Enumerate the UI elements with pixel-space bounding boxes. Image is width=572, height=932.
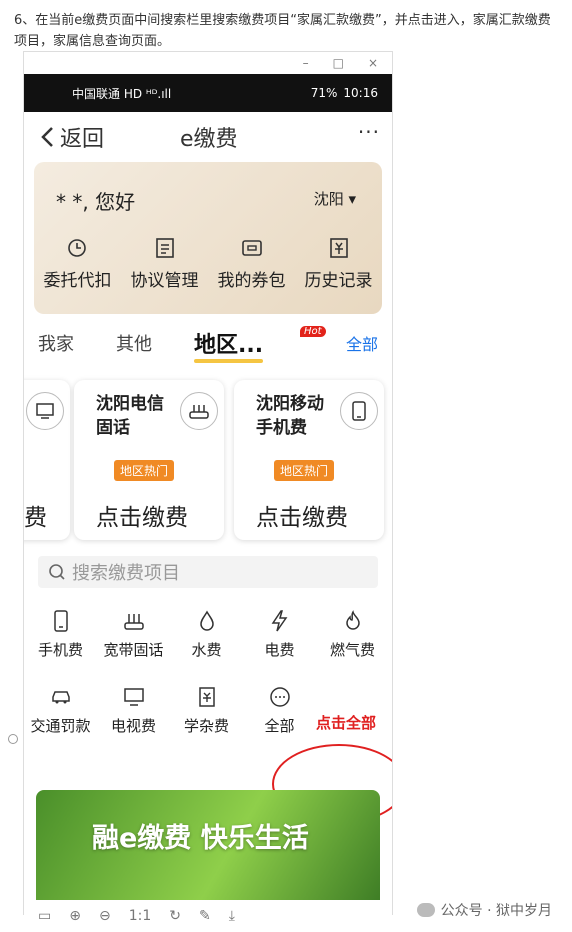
tv-icon [26, 392, 64, 430]
grid-item-traffic[interactable]: 交通罚款 [24, 672, 97, 748]
banner-text: 融e缴费 快乐生活 [92, 823, 309, 854]
side-indicator-icon [8, 734, 18, 744]
pay-label: 点击缴费 [96, 505, 188, 531]
grid-label: 全部 [264, 716, 295, 735]
router-icon [123, 613, 144, 630]
wallet-icon [241, 240, 262, 256]
maximize-button[interactable]: □ [333, 56, 344, 70]
auto-debit-label: 委托代扣 [43, 271, 112, 291]
close-button[interactable]: × [368, 56, 378, 70]
pay-label: 费 [24, 505, 47, 531]
grid-item-broadband[interactable]: 宽带固话 [97, 596, 170, 672]
service-title: 沈阳移动 [256, 394, 324, 414]
more-menu-button[interactable]: ··· [358, 120, 380, 144]
agreement-label: 协议管理 [130, 271, 199, 291]
router-icon [180, 392, 218, 430]
thumbnail-icon[interactable]: ▭ [38, 908, 51, 924]
quick-actions: 委托代扣 协议管理 我的券包 历史记录 [34, 236, 382, 291]
agreement-button[interactable]: 协议管理 [131, 236, 199, 291]
water-drop-icon [199, 610, 214, 631]
wechat-icon [416, 903, 435, 917]
nav-bar: 返回 e缴费 ··· [24, 112, 392, 162]
lightning-icon [271, 609, 287, 631]
more-icon [269, 686, 290, 707]
all-tabs-link[interactable]: 全部 [346, 331, 378, 355]
screenshot-window: – □ × 中国联通 HD ᴴᴰ.ıll 71% 10:16 返回 e缴费 ··… [24, 52, 392, 914]
rotate-icon[interactable]: ↻ [169, 908, 181, 924]
history-label: 历史记录 [304, 271, 373, 291]
phone-status-bar: 中国联通 HD ᴴᴰ.ıll 71% 10:16 [24, 74, 392, 112]
book-icon [198, 686, 215, 707]
download-icon[interactable]: ⤓ [229, 908, 235, 924]
chevron-left-icon [41, 127, 53, 147]
grid-label: 手机费 [37, 640, 83, 659]
service-card[interactable]: 沈阳移动手机费 地区热门 点击缴费 [234, 380, 384, 540]
coupon-button[interactable]: 我的券包 [218, 236, 286, 291]
carrier-label: 中国联通 HD ᴴᴰ.ıll [72, 86, 172, 101]
category-tabs: 我家 其他 地区... Hot 全部 [24, 314, 392, 372]
promo-banner[interactable]: 融e缴费 快乐生活 [36, 790, 380, 914]
window-controls: – □ × [24, 52, 392, 74]
service-subtitle: 手机费 [256, 418, 307, 438]
search-icon [49, 564, 65, 580]
car-icon [51, 690, 70, 703]
coupon-label: 我的券包 [217, 271, 286, 291]
back-button[interactable]: 返回 [40, 121, 104, 153]
grid-label: 电费 [264, 640, 295, 659]
flame-icon [345, 609, 360, 630]
tab-other[interactable]: 其他 [116, 330, 152, 356]
pay-label: 点击缴费 [256, 505, 348, 531]
service-title: 沈阳电信 [96, 394, 164, 414]
viewer-toolbar: ▭ ⊕ ⊖ 1:1 ↻ ✎ ⤓ [24, 900, 392, 932]
search-input[interactable]: 搜索缴费项目 [38, 556, 378, 588]
service-card[interactable]: 沈阳电信固话 地区热门 点击缴费 [74, 380, 224, 540]
page-title: e缴费 [180, 127, 238, 152]
click-all-annotation: 点击全部 [316, 714, 377, 732]
zoom-out-icon[interactable]: ⊖ [99, 908, 111, 924]
grid-item-tv[interactable]: 电视费 [97, 672, 170, 748]
back-label: 返回 [60, 127, 105, 152]
edit-icon[interactable]: ✎ [199, 908, 211, 924]
watermark-text: 公众号 · 狱中岁月 [440, 903, 552, 919]
clock-icon [67, 239, 86, 257]
city-selector[interactable]: 沈阳 ▾ [314, 188, 356, 209]
watermark: 公众号 · 狱中岁月 [416, 900, 552, 920]
grid-item-all[interactable]: 全部 [243, 672, 316, 748]
battery-label: 71% [310, 86, 338, 100]
tv-icon [123, 687, 144, 706]
user-card: * *, 您好 沈阳 ▾ 委托代扣 协议管理 我的券包 历史记录 [34, 162, 382, 314]
receipt-icon [329, 238, 348, 258]
history-button[interactable]: 历史记录 [305, 236, 373, 291]
grid-item-electric[interactable]: 电费 [243, 596, 316, 672]
phone-icon [53, 609, 68, 632]
grid-label: 学杂费 [183, 716, 229, 735]
tab-my-home[interactable]: 我家 [38, 330, 74, 356]
grid-item-water[interactable]: 水费 [170, 596, 243, 672]
zoom-in-icon[interactable]: ⊕ [69, 908, 81, 924]
tab-region[interactable]: 地区... [194, 327, 264, 363]
region-hot-tag: 地区热门 [114, 460, 175, 481]
grid-label: 水费 [191, 640, 222, 659]
greeting-text: * *, 您好 [56, 190, 136, 214]
actual-size-button[interactable]: 1:1 [129, 908, 152, 924]
service-cards: 费 沈阳电信固话 地区热门 点击缴费 沈阳移动手机费 地区热门 点击缴费 [24, 372, 392, 542]
grid-item-gas[interactable]: 燃气费 [316, 596, 389, 672]
phone-icon [340, 392, 378, 430]
service-subtitle: 固话 [96, 418, 130, 438]
service-card[interactable]: 费 [24, 380, 70, 540]
grid-label: 交通罚款 [30, 716, 91, 735]
grid-label: 电视费 [110, 716, 156, 735]
grid-label: 宽带固话 [103, 640, 164, 659]
doc-paragraph: 6、在当前e缴费页面中间搜索栏里搜索缴费项目“家属汇款缴费”，并点击进入，家属汇… [14, 13, 551, 49]
region-hot-tag: 地区热门 [274, 460, 335, 481]
grid-item-mobile[interactable]: 手机费 [24, 596, 97, 672]
auto-debit-button[interactable]: 委托代扣 [44, 236, 112, 291]
time-label: 10:16 [343, 86, 378, 100]
search-placeholder: 搜索缴费项目 [72, 563, 180, 584]
hot-badge: Hot [300, 326, 326, 337]
grid-label: 燃气费 [329, 640, 375, 659]
minimize-button[interactable]: – [303, 56, 309, 70]
grid-item-tuition[interactable]: 学杂费 [170, 672, 243, 748]
document-icon [155, 238, 174, 258]
